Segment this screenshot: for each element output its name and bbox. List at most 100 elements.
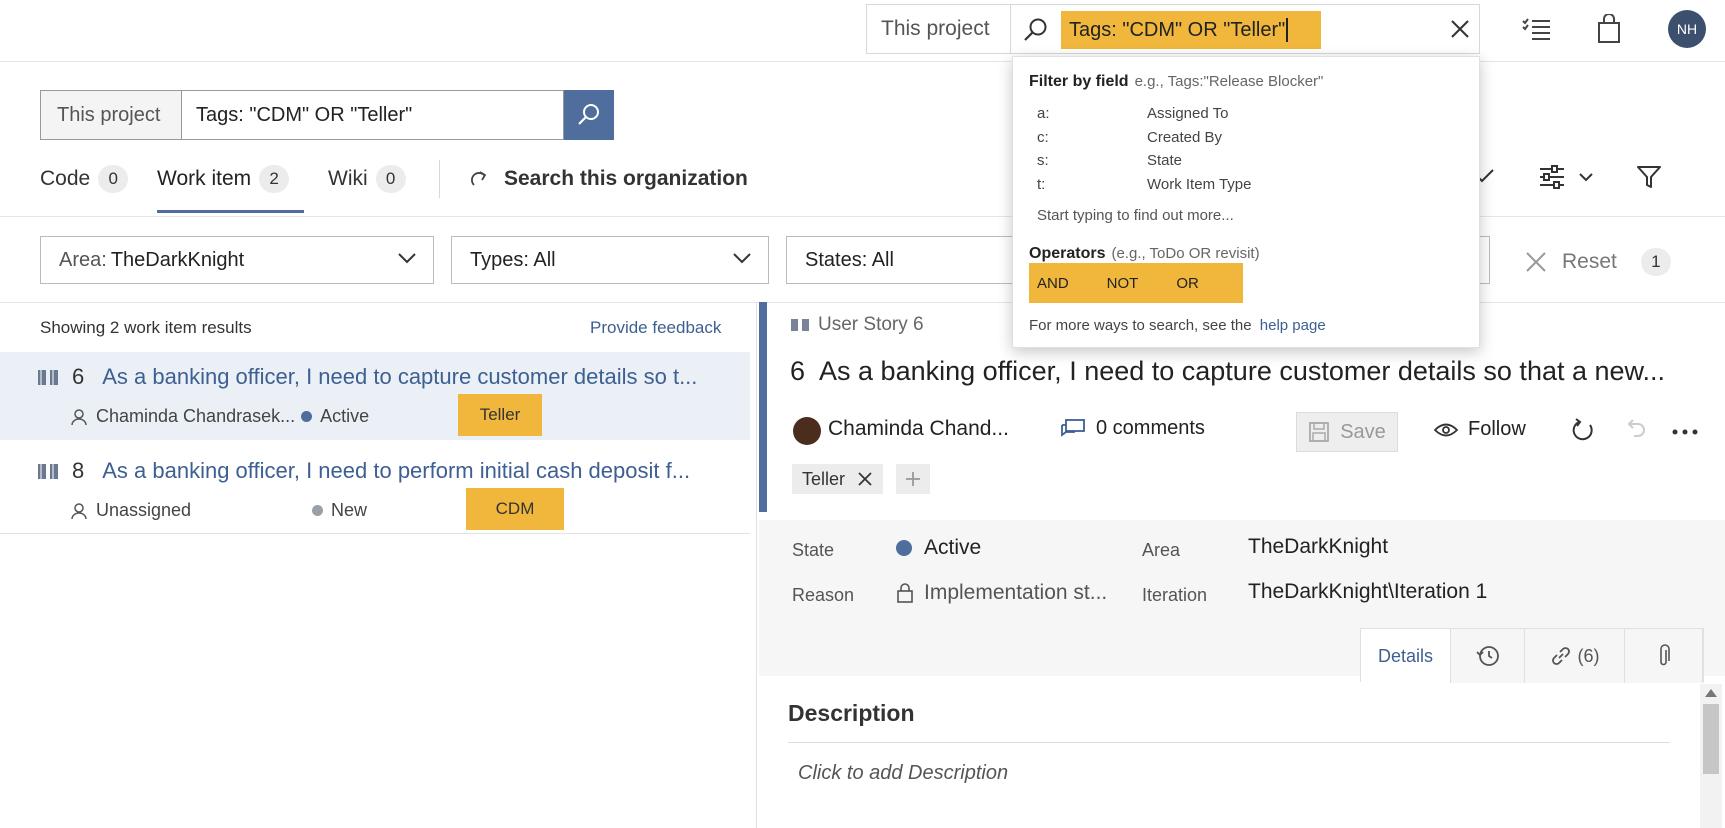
sort-options-icon[interactable] bbox=[1538, 164, 1598, 190]
area-field-value[interactable]: TheDarkKnight bbox=[1248, 535, 1388, 559]
iteration-field-value[interactable]: TheDarkKnight\Iteration 1 bbox=[1248, 580, 1487, 604]
filter-count-badge: 1 bbox=[1640, 248, 1671, 276]
save-button[interactable]: Save bbox=[1296, 412, 1398, 452]
redo-arrow-icon bbox=[470, 169, 490, 189]
state: Active bbox=[320, 406, 370, 426]
tag-chip-label: Teller bbox=[802, 468, 846, 489]
work-item-title-text: As a banking officer, I need to capture … bbox=[819, 356, 1666, 386]
search-organization-label: Search this organization bbox=[504, 167, 748, 190]
top-search-scope[interactable]: This project bbox=[866, 4, 1010, 54]
search-organization-link[interactable]: Search this organization bbox=[470, 162, 748, 196]
undo-icon[interactable] bbox=[1624, 418, 1646, 444]
area-field-label: Area bbox=[1142, 540, 1181, 560]
field-key[interactable]: s: bbox=[1037, 152, 1049, 169]
operator-or[interactable]: OR bbox=[1176, 275, 1199, 292]
shopping-bag-icon[interactable] bbox=[1596, 14, 1622, 44]
comment-icon bbox=[1060, 418, 1086, 440]
filter-by-field-hint: e.g., Tags:"Release Blocker" bbox=[1134, 73, 1324, 90]
task-list-icon[interactable] bbox=[1522, 17, 1552, 43]
save-label: Save bbox=[1340, 420, 1386, 443]
plus-icon bbox=[904, 470, 922, 488]
list-item[interactable]: 6 As a banking officer, I need to captur… bbox=[0, 352, 750, 440]
area-filter-dropdown[interactable]: Area: TheDarkKnight bbox=[40, 236, 434, 284]
work-item-type: User Story 6 bbox=[790, 314, 924, 336]
tab-wiki[interactable]: Wiki 0 bbox=[328, 162, 406, 196]
close-icon[interactable] bbox=[857, 471, 873, 487]
state-field[interactable]: Active bbox=[896, 536, 981, 560]
search-icon[interactable] bbox=[1023, 17, 1049, 43]
list-item[interactable]: 8 As a banking officer, I need to perfor… bbox=[0, 446, 750, 534]
save-icon bbox=[1308, 421, 1330, 443]
chevron-up-icon[interactable] bbox=[1704, 688, 1718, 698]
book-icon bbox=[790, 317, 810, 333]
tab-code[interactable]: Code 0 bbox=[40, 162, 129, 196]
tab-wiki-label: Wiki bbox=[328, 167, 368, 190]
operator-and[interactable]: AND bbox=[1037, 275, 1069, 292]
follow-label: Follow bbox=[1468, 418, 1526, 440]
detail-tabs: Details (6) bbox=[1360, 628, 1704, 683]
state-dot bbox=[312, 505, 323, 516]
filter-by-field-title: Filter by field bbox=[1029, 73, 1129, 90]
avatar[interactable]: NH bbox=[1668, 10, 1706, 48]
tab-work-item-label: Work item bbox=[157, 167, 252, 190]
reset-button[interactable]: Reset 1 bbox=[1524, 248, 1671, 276]
field-key[interactable]: a: bbox=[1037, 105, 1050, 122]
search-icon bbox=[577, 103, 601, 127]
chevron-down-icon bbox=[732, 251, 752, 265]
help-footer-text: For more ways to search, see the bbox=[1029, 317, 1252, 334]
tab-attachments[interactable] bbox=[1625, 629, 1703, 683]
tab-links[interactable]: (6) bbox=[1525, 629, 1625, 683]
results-count: Showing 2 work item results bbox=[40, 318, 252, 337]
state-dot bbox=[896, 540, 912, 556]
field-label[interactable]: Created By bbox=[1147, 129, 1222, 146]
refresh-icon[interactable] bbox=[1570, 418, 1596, 444]
close-icon[interactable] bbox=[1449, 18, 1471, 40]
search-button[interactable] bbox=[564, 90, 614, 140]
work-item-accent-bar bbox=[759, 302, 767, 512]
tag-badge: Teller bbox=[458, 394, 542, 436]
person-icon bbox=[70, 502, 88, 520]
work-item-title[interactable]: As a banking officer, I need to capture … bbox=[102, 364, 697, 390]
filter-icon[interactable] bbox=[1636, 164, 1662, 190]
person-icon bbox=[70, 408, 88, 426]
help-page-link[interactable]: help page bbox=[1260, 317, 1326, 334]
comments-link[interactable]: 0 comments bbox=[1060, 417, 1205, 440]
pane-divider bbox=[756, 302, 757, 828]
field-label[interactable]: Work Item Type bbox=[1147, 176, 1251, 193]
field-key[interactable]: t: bbox=[1037, 176, 1045, 193]
types-filter-value: Types: All bbox=[470, 248, 556, 271]
reset-label: Reset bbox=[1562, 250, 1617, 273]
operator-not[interactable]: NOT bbox=[1107, 275, 1139, 292]
avatar bbox=[793, 417, 821, 445]
field-label[interactable]: State bbox=[1147, 152, 1182, 169]
more-options-icon[interactable] bbox=[1672, 428, 1698, 436]
more-hint: Start typing to find out more... bbox=[1037, 207, 1234, 224]
follow-button[interactable]: Follow bbox=[1434, 418, 1526, 441]
lock-icon bbox=[896, 582, 914, 604]
provide-feedback-link[interactable]: Provide feedback bbox=[590, 318, 721, 338]
search-scope[interactable]: This project bbox=[40, 90, 182, 140]
tab-details[interactable]: Details bbox=[1361, 629, 1451, 683]
tab-history[interactable] bbox=[1451, 629, 1525, 683]
search-suggestions-popup: Filter by field e.g., Tags:"Release Block… bbox=[1012, 56, 1480, 348]
state-dot bbox=[301, 411, 313, 422]
add-tag-button[interactable] bbox=[896, 464, 930, 494]
field-label[interactable]: Assigned To bbox=[1147, 105, 1228, 122]
operators-hint: (e.g., ToDo OR revisit) bbox=[1111, 245, 1260, 262]
field-key[interactable]: c: bbox=[1037, 129, 1049, 146]
divider bbox=[788, 742, 1670, 743]
state-field-label: State bbox=[792, 540, 835, 560]
scrollbar-thumb[interactable] bbox=[1703, 704, 1719, 774]
types-filter-dropdown[interactable]: Types: All bbox=[451, 236, 769, 284]
work-item-id: 6 bbox=[72, 364, 85, 389]
top-search-query: Tags: "CDM" OR "Teller" bbox=[1069, 18, 1286, 41]
work-item-title[interactable]: As a banking officer, I need to perform … bbox=[102, 458, 690, 484]
search-input[interactable]: Tags: "CDM" OR "Teller" bbox=[182, 90, 564, 140]
work-item-type-label: User Story 6 bbox=[818, 314, 924, 335]
description-editor[interactable]: Click to add Description bbox=[798, 762, 1008, 785]
tab-work-item[interactable]: Work item 2 bbox=[157, 162, 290, 196]
work-item-title[interactable]: 6 As a banking officer, I need to capture… bbox=[790, 356, 1665, 387]
assignee-field[interactable]: Chaminda Chand... bbox=[828, 417, 1009, 441]
top-search-input[interactable]: Tags: "CDM" OR "Teller" bbox=[1010, 4, 1480, 54]
history-icon bbox=[1475, 644, 1500, 668]
